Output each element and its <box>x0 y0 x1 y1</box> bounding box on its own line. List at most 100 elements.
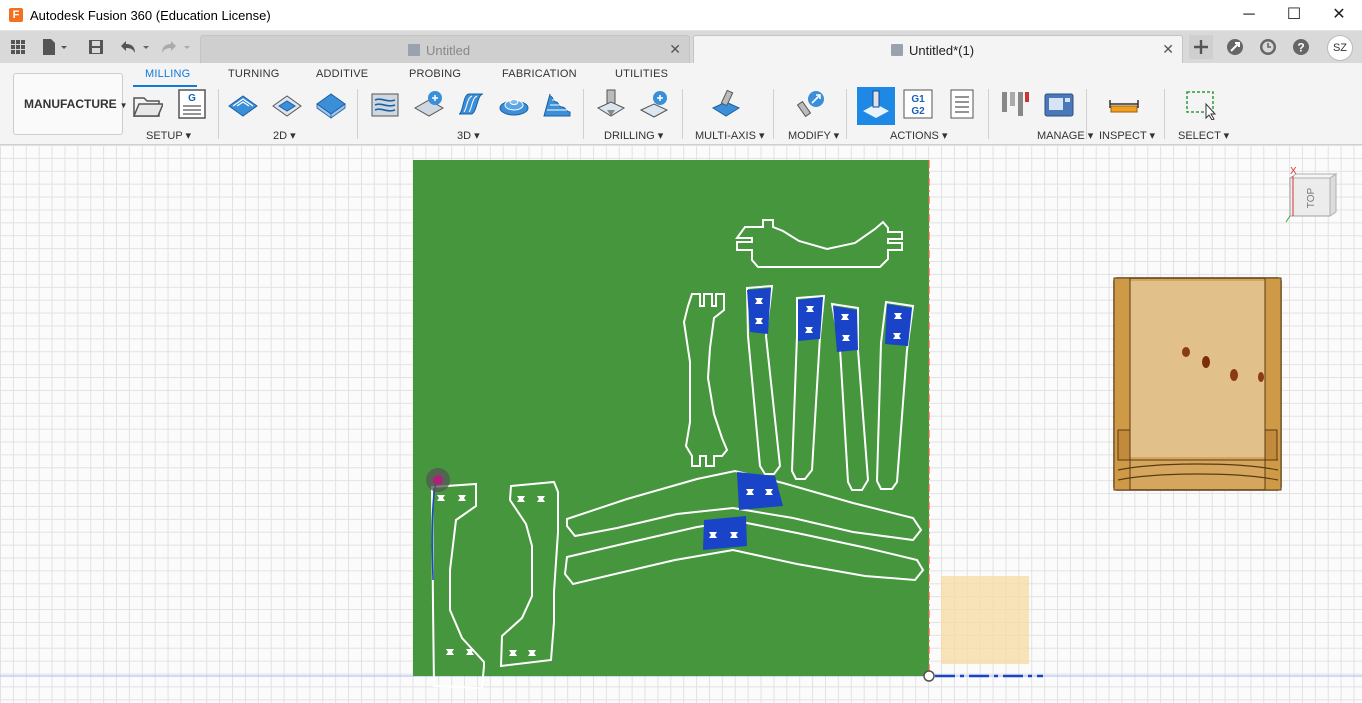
viewcube-face-label: TOP <box>1306 187 1317 208</box>
viewcube-x-axis: X <box>1290 166 1297 177</box>
stock-body[interactable] <box>413 160 929 676</box>
group-multi-axis[interactable]: MULTI-AXIS ▾ <box>695 129 765 142</box>
machine-library-icon[interactable] <box>1043 88 1075 120</box>
fusion-logo-icon: F <box>9 8 23 22</box>
ribbon-separator <box>357 89 358 139</box>
extensions-icon[interactable] <box>1225 37 1245 57</box>
tab-utilities[interactable]: UTILITIES <box>615 68 668 80</box>
origin-point[interactable] <box>923 670 935 682</box>
redo-icon[interactable] <box>158 37 192 57</box>
tab-milling[interactable]: MILLING <box>145 68 190 80</box>
ribbon-separator <box>773 89 774 139</box>
help-icon[interactable]: ? <box>1291 37 1311 57</box>
workspace-switcher[interactable]: MANUFACTURE ▼ <box>13 73 128 135</box>
post-process-icon[interactable]: G1 G2 <box>902 88 934 120</box>
tab-turning[interactable]: TURNING <box>228 68 280 80</box>
group-select-label: SELECT <box>1178 130 1221 142</box>
chair-model-preview[interactable] <box>1113 277 1282 491</box>
group-setup[interactable]: SETUP ▾ <box>146 129 191 142</box>
selected-face[interactable] <box>747 288 771 334</box>
viewcube[interactable]: TOP X <box>1285 166 1338 223</box>
ribbon-separator <box>583 89 584 139</box>
ribbon-separator <box>218 89 219 139</box>
group-modify[interactable]: MODIFY ▾ <box>788 129 839 142</box>
chevron-down-icon: ▼ <box>119 101 128 110</box>
job-status-clock-icon[interactable] <box>1258 37 1278 57</box>
group-2d-label: 2D <box>273 130 288 142</box>
window-select-icon[interactable] <box>1184 88 1216 120</box>
2d-face-icon[interactable] <box>315 88 347 120</box>
ribbon-separator <box>682 89 683 139</box>
component-icon <box>408 44 420 56</box>
tab-close-icon[interactable]: ✕ <box>1162 41 1174 58</box>
tab-close-icon[interactable]: ✕ <box>669 41 681 58</box>
close-button[interactable]: ✕ <box>1316 0 1362 30</box>
file-menu-icon[interactable] <box>40 37 70 57</box>
tool-tip-marker <box>433 475 443 485</box>
setup-sheet-icon[interactable] <box>946 88 978 120</box>
group-setup-label: SETUP <box>146 130 183 142</box>
group-modify-label: MODIFY <box>788 130 831 142</box>
group-select[interactable]: SELECT ▾ <box>1178 129 1229 142</box>
new-setup-icon[interactable] <box>131 88 163 120</box>
hole-recognition-icon[interactable] <box>638 88 670 120</box>
selected-face[interactable] <box>885 304 912 346</box>
tab-fabrication[interactable]: FABRICATION <box>502 68 577 80</box>
group-2d[interactable]: 2D ▾ <box>273 129 296 142</box>
multi-axis-icon[interactable] <box>710 88 742 120</box>
simulate-button[interactable] <box>857 87 895 125</box>
tab-label: Untitled*(1) <box>909 43 975 58</box>
group-drilling-label: DRILLING <box>604 130 655 142</box>
active-tab-indicator <box>133 85 197 87</box>
3d-contour-icon[interactable] <box>498 88 530 120</box>
3d-parallel-icon[interactable] <box>455 88 487 120</box>
viewport-canvas[interactable]: TOP X <box>0 145 1362 703</box>
measure-icon[interactable] <box>1108 88 1140 120</box>
toolbar-ribbon: MANUFACTURE ▼ MILLING TURNING ADDITIVE PR… <box>0 63 1362 145</box>
tab-untitled-1[interactable]: Untitled*(1) ✕ <box>693 35 1183 63</box>
svg-text:G2: G2 <box>911 106 925 117</box>
new-tab-plus-icon[interactable] <box>1189 35 1213 59</box>
group-manage-label: MANAGE <box>1037 130 1085 142</box>
selected-face[interactable] <box>798 297 823 341</box>
workspace-label: MANUFACTURE <box>24 97 117 111</box>
tool-library-icon[interactable] <box>999 88 1031 120</box>
2d-pocket-icon[interactable] <box>271 88 303 120</box>
minimize-button[interactable]: ─ <box>1226 0 1272 30</box>
svg-text:G1: G1 <box>911 94 925 105</box>
window-title: Autodesk Fusion 360 (Education License) <box>30 8 271 23</box>
ribbon-separator <box>846 89 847 139</box>
undo-icon[interactable] <box>117 37 151 57</box>
svg-text:?: ? <box>1297 41 1304 55</box>
apps-grid-icon[interactable] <box>8 37 28 57</box>
model-scene[interactable]: TOP X <box>0 145 1362 703</box>
drill-icon[interactable] <box>595 88 627 120</box>
tab-probing[interactable]: PROBING <box>409 68 461 80</box>
group-drilling[interactable]: DRILLING ▾ <box>604 129 663 142</box>
ribbon-separator <box>1086 89 1087 139</box>
group-inspect[interactable]: INSPECT ▾ <box>1099 129 1155 142</box>
selected-face[interactable] <box>703 516 747 550</box>
group-3d-label: 3D <box>457 130 472 142</box>
simulate-icon <box>863 90 889 118</box>
save-icon[interactable] <box>86 37 106 57</box>
component-icon <box>891 44 903 56</box>
modify-tool-icon[interactable] <box>796 88 828 120</box>
title-bar: F Autodesk Fusion 360 (Education License… <box>0 0 1362 31</box>
tab-untitled[interactable]: Untitled ✕ <box>200 35 690 63</box>
group-multi-axis-label: MULTI-AXIS <box>695 130 756 142</box>
group-actions[interactable]: ACTIONS ▾ <box>890 129 947 142</box>
nc-program-icon[interactable]: G <box>176 88 208 120</box>
user-avatar[interactable]: SZ <box>1327 35 1353 61</box>
2d-adaptive-icon[interactable] <box>227 88 259 120</box>
tab-additive[interactable]: ADDITIVE <box>316 68 368 80</box>
maximize-button[interactable]: ☐ <box>1271 0 1317 30</box>
3d-pocket-clearing-icon[interactable] <box>413 88 445 120</box>
group-manage[interactable]: MANAGE ▾ <box>1037 129 1093 142</box>
group-inspect-label: INSPECT <box>1099 130 1147 142</box>
3d-adaptive-clearing-icon[interactable] <box>369 88 401 120</box>
selected-face[interactable] <box>833 306 858 352</box>
document-tab-bar: Untitled ✕ Untitled*(1) ✕ ? SZ <box>0 31 1362 63</box>
3d-scallop-icon[interactable] <box>541 88 573 120</box>
group-3d[interactable]: 3D ▾ <box>457 129 480 142</box>
